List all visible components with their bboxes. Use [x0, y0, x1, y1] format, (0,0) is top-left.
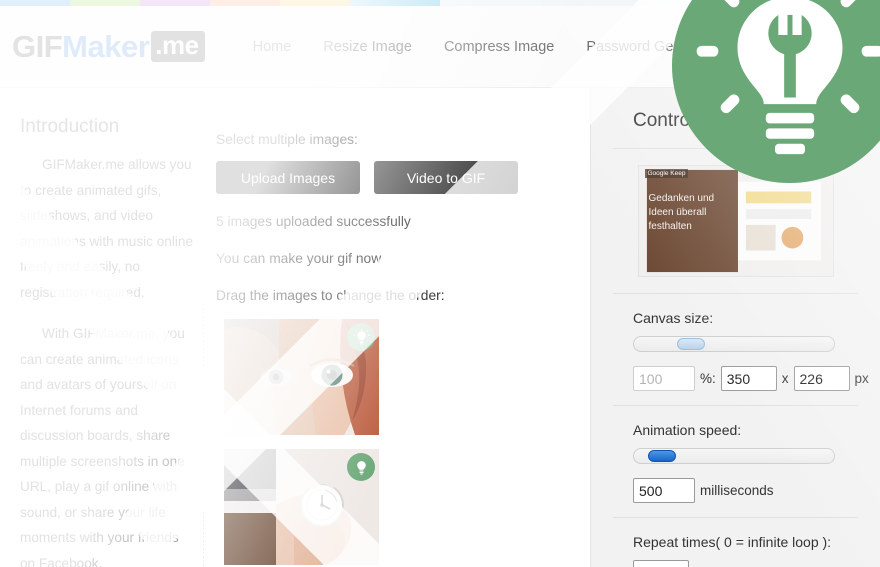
logo-me-badge: .me: [151, 30, 205, 63]
thumbnail-item-2[interactable]: [224, 449, 379, 565]
lightbulb-icon: [352, 328, 370, 344]
sidebar-paragraph-2: With GIFMaker.me, you can create animate…: [20, 326, 185, 567]
upload-column: Select multiple images: Upload Images Vi…: [216, 88, 576, 567]
lightbulb-wrench-icon: [696, 0, 880, 155]
sidebar-title: Introduction: [20, 116, 120, 137]
animation-speed-section: Animation speed: milliseconds: [591, 406, 880, 517]
upload-status-text: 5 images uploaded successfully: [216, 214, 411, 229]
thumbnail-badge-2: [347, 453, 375, 481]
sidebar-paragraph-1: GIFMaker.me allows you to create animate…: [20, 157, 194, 300]
sidebar-divider: [203, 88, 204, 567]
introduction-sidebar: Introduction GIFMaker.me allows you to c…: [12, 88, 202, 567]
dimension-separator-label: x: [781, 371, 789, 386]
animation-speed-slider-handle[interactable]: [647, 450, 676, 462]
video-to-gif-button[interactable]: Video to GIF: [374, 161, 518, 194]
repeat-times-label: Repeat times( 0 = infinite loop ):: [633, 534, 832, 550]
canvas-width-input[interactable]: [720, 366, 777, 391]
nav-item-home[interactable]: Home: [237, 39, 308, 55]
animation-speed-fields: milliseconds: [633, 478, 858, 503]
repeat-times-fields: times: [633, 560, 858, 567]
canvas-size-slider-handle[interactable]: [677, 338, 705, 350]
color-strip-lightblue: [350, 0, 440, 6]
color-strip-gold: [280, 0, 350, 6]
upload-images-button[interactable]: Upload Images: [216, 161, 360, 194]
thumbnail-list: Google Keep: [224, 319, 576, 567]
logo-maker-text: Maker: [62, 28, 150, 64]
animation-speed-input[interactable]: [633, 478, 695, 503]
percent-suffix-label: %:: [700, 371, 716, 386]
milliseconds-label: milliseconds: [700, 483, 774, 498]
repeat-times-section: Repeat times( 0 = infinite loop ): times: [591, 518, 880, 567]
canvas-size-slider[interactable]: [633, 336, 835, 352]
color-strip-blue: [0, 0, 70, 6]
thumbnail-badge-1: [347, 323, 375, 351]
select-images-label: Select multiple images:: [216, 132, 358, 147]
color-strip-purple: [140, 0, 210, 6]
site-logo[interactable]: GIF Maker .me: [12, 29, 205, 65]
canvas-percent-input[interactable]: [633, 366, 695, 391]
drag-order-label: Drag the images to change the order:: [216, 288, 445, 303]
ready-status-text: You can make your gif now: [216, 251, 382, 266]
logo-gif-text: GIF: [12, 28, 63, 64]
canvas-height-input[interactable]: [793, 366, 850, 391]
color-strip-green: [70, 0, 140, 6]
repeat-times-input[interactable]: [633, 560, 689, 567]
canvas-size-fields: %: x px: [633, 366, 869, 391]
page-root: GIF Maker .me Home Resize Image Compress Ima…: [0, 0, 880, 567]
upload-button-row: Upload Images Video to GIF: [216, 161, 576, 194]
color-strip-orange: [210, 0, 280, 6]
animation-speed-slider[interactable]: [633, 448, 835, 464]
nav-item-resize-image[interactable]: Resize Image: [307, 39, 428, 55]
lightbulb-icon: [356, 460, 366, 474]
nav-item-compress-image[interactable]: Compress Image: [428, 39, 570, 55]
canvas-size-label: Canvas size:: [633, 310, 714, 326]
pixel-unit-label: px: [854, 371, 869, 386]
preview-overlay-text: Gedanken und Ideen überall festhalten: [648, 193, 715, 232]
preview-overlay-title: Google Keep: [644, 169, 689, 178]
thumbnail-item-1[interactable]: [224, 319, 379, 435]
animation-speed-label: Animation speed:: [633, 422, 742, 438]
canvas-size-section: Canvas size: %: x px: [591, 294, 880, 405]
